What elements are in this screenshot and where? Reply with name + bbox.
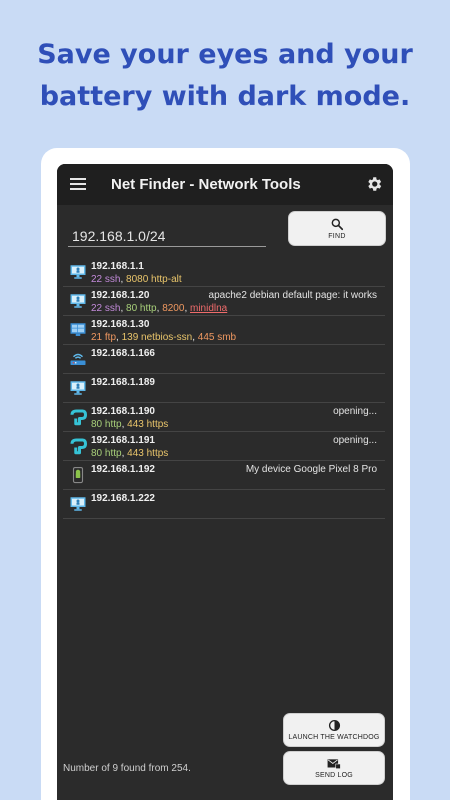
promo-line-2: battery with dark mode.: [39, 81, 411, 112]
hamburger-menu-icon[interactable]: [70, 178, 86, 190]
port-entry: 8080 http-alt: [126, 274, 182, 285]
device-note: opening...: [333, 406, 377, 417]
find-button[interactable]: FIND: [288, 211, 386, 246]
monitor-icon: [70, 294, 86, 308]
app-screen: Net Finder - Network Tools FIND 192.168.…: [57, 164, 393, 800]
watchdog-icon: [328, 719, 340, 732]
monitor-icon: [70, 265, 86, 279]
device-row[interactable]: 192.168.1.189: [63, 374, 385, 403]
device-row[interactable]: 192.168.1.191 80 http, 443 https opening..…: [63, 432, 385, 461]
device-ip: 192.168.1.1: [91, 261, 144, 272]
port-entry: 445 smb: [197, 332, 237, 343]
port-entry: 443 https: [127, 419, 169, 430]
device-row[interactable]: 192.168.1.30 21 ftp, 139 netbios-ssn, 445…: [63, 316, 385, 345]
port-entry: 443 https: [127, 448, 169, 459]
device-note: apache2 debian default page: it works: [208, 290, 377, 301]
scan-status: Number of 9 found from 254.: [63, 763, 191, 774]
send-log-label: SEND LOG: [315, 771, 353, 779]
tplink-icon: [70, 438, 87, 455]
monitor-icon: [70, 381, 86, 395]
device-row[interactable]: 192.168.1.222: [63, 490, 385, 519]
device-row[interactable]: 192.168.1.192 My device Google Pixel 8 Pr…: [63, 461, 385, 490]
android-phone-icon: [72, 466, 84, 484]
promo-line-1: Save your eyes and your: [37, 39, 413, 70]
device-ip: 192.168.1.166: [91, 348, 155, 359]
promo-headline: Save your eyes and your battery with dar…: [0, 34, 450, 118]
app-title: Net Finder - Network Tools: [111, 176, 301, 193]
port-entry: 139 netbios-ssn: [121, 332, 193, 343]
launch-watchdog-label: LAUNCH THE WATCHDOG: [288, 734, 380, 741]
router-icon: [70, 353, 86, 365]
port-entry: 21 ftp: [91, 332, 117, 343]
windows-icon: [70, 323, 86, 336]
device-ip: 192.168.1.189: [91, 377, 155, 388]
port-entry: 80 http: [126, 303, 157, 314]
service-link[interactable]: minidlna: [190, 303, 227, 314]
port-entry: 8200: [162, 303, 185, 314]
send-log-button[interactable]: SEND LOG: [283, 751, 385, 785]
device-row[interactable]: 192.168.1.1 22 ssh, 8080 http-alt: [63, 258, 385, 287]
device-ip: 192.168.1.222: [91, 493, 155, 504]
device-ports: 21 ftp, 139 netbios-ssn, 445 smb: [91, 332, 237, 343]
device-note: My device Google Pixel 8 Pro: [245, 464, 377, 475]
mail-icon: [327, 758, 341, 769]
device-row[interactable]: 192.168.1.190 80 http, 443 https opening..…: [63, 403, 385, 432]
tplink-icon: [70, 409, 87, 426]
device-ip: 192.168.1.191: [91, 435, 155, 446]
device-ip: 192.168.1.30: [91, 319, 150, 330]
ip-range-input[interactable]: [68, 225, 266, 247]
device-ports: 22 ssh, 8080 http-alt: [91, 274, 182, 285]
gear-icon[interactable]: [365, 175, 383, 193]
device-ports: 80 http, 443 https: [91, 419, 169, 430]
device-ip: 192.168.1.20: [91, 290, 150, 301]
monitor-icon: [70, 497, 86, 511]
app-bar: Net Finder - Network Tools: [57, 164, 393, 205]
find-button-label: FIND: [328, 233, 346, 240]
device-ports: 22 ssh, 80 http, 8200, minidlna: [91, 303, 228, 314]
device-note: opening...: [333, 435, 377, 446]
port-entry: 22 ssh: [91, 274, 121, 285]
device-row[interactable]: 192.168.1.20 22 ssh, 80 http, 8200, minid…: [63, 287, 385, 316]
device-row[interactable]: 192.168.1.166: [63, 345, 385, 374]
port-entry: 22 ssh: [91, 303, 121, 314]
device-list[interactable]: 192.168.1.1 22 ssh, 8080 http-alt 192.168.…: [63, 258, 385, 519]
search-icon: [331, 218, 344, 231]
device-ip: 192.168.1.190: [91, 406, 155, 417]
port-entry: 80 http: [91, 419, 122, 430]
device-ip: 192.168.1.192: [91, 464, 155, 475]
port-entry: 80 http: [91, 448, 122, 459]
device-ports: 80 http, 443 https: [91, 448, 169, 459]
launch-watchdog-button[interactable]: LAUNCH THE WATCHDOG: [283, 713, 385, 747]
